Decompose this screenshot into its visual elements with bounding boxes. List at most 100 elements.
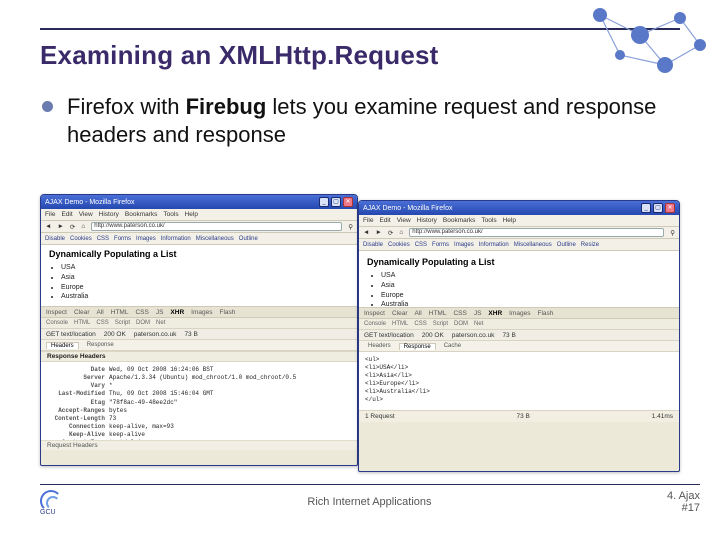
menu-item[interactable]: History	[99, 211, 119, 218]
menu-item[interactable]: Tools	[163, 211, 178, 218]
wd-item[interactable]: Forms	[114, 236, 131, 242]
reload-icon[interactable]: ⟳	[70, 223, 75, 231]
menu-item[interactable]: File	[363, 217, 373, 224]
maximize-button[interactable]: ▢	[653, 203, 663, 213]
wd-item[interactable]: Disable	[45, 236, 65, 242]
fb-tab[interactable]: All	[415, 310, 422, 317]
fb-subtab[interactable]: DOM	[454, 321, 468, 327]
fb-tab[interactable]: JS	[474, 310, 482, 317]
home-icon[interactable]: ⌂	[399, 229, 403, 236]
menu-item[interactable]: Edit	[61, 211, 72, 218]
back-icon[interactable]: ◄	[45, 223, 51, 230]
list-item: USA	[381, 271, 671, 281]
fb-tab[interactable]: Clear	[392, 310, 408, 317]
wd-item[interactable]: CSS	[415, 242, 427, 248]
wd-item[interactable]: Miscellaneous	[514, 242, 552, 248]
wd-item[interactable]: Information	[479, 242, 509, 248]
hdr-key: Content-Type	[47, 439, 105, 440]
fb-tab[interactable]: XHR	[170, 309, 184, 316]
menu-item[interactable]: Bookmarks	[443, 217, 476, 224]
inner-tab-response[interactable]: Response	[83, 342, 118, 348]
wd-item[interactable]: CSS	[97, 236, 109, 242]
maximize-button[interactable]: ▢	[331, 197, 341, 207]
summary-requests: 1 Request	[365, 413, 395, 420]
wd-item[interactable]: Resize	[581, 242, 599, 248]
webdev-toolbar: Disable Cookies CSS Forms Images Informa…	[41, 233, 357, 245]
minimize-button[interactable]: _	[641, 203, 651, 213]
request-row[interactable]: GET text/location 200 OK paterson.co.uk …	[41, 329, 357, 340]
wd-item[interactable]: Disable	[363, 242, 383, 248]
inner-tab-response[interactable]: Response	[399, 343, 436, 350]
footer-page: #17	[667, 502, 700, 514]
fb-subtab[interactable]: Script	[115, 320, 130, 326]
close-button[interactable]: ✕	[665, 203, 675, 213]
search-icon[interactable]: ⚲	[670, 229, 675, 237]
wd-item[interactable]: Outline	[239, 236, 258, 242]
fb-subtab[interactable]: HTML	[74, 320, 90, 326]
fb-subtab[interactable]: DOM	[136, 320, 150, 326]
firebug-toolbar: Inspect Clear All HTML CSS JS XHR Images…	[359, 307, 679, 319]
fb-tab[interactable]: All	[97, 309, 104, 316]
fb-subtab[interactable]: CSS	[414, 321, 426, 327]
fb-tab[interactable]: Images	[191, 309, 212, 316]
request-row[interactable]: GET text/location 200 OK paterson.co.uk …	[359, 330, 679, 341]
menu-item[interactable]: Bookmarks	[125, 211, 158, 218]
fb-tab[interactable]: Flash	[219, 309, 235, 316]
nav-toolbar: ◄ ► ⟳ ⌂ http://www.paterson.co.uk/ ⚲	[41, 221, 357, 233]
fb-tab[interactable]: Flash	[537, 310, 553, 317]
firebug-toolbar: Inspect Clear All HTML CSS JS XHR Images…	[41, 306, 357, 318]
resp-line: <li>Asia</li>	[365, 372, 673, 380]
fb-subtab[interactable]: Console	[46, 320, 68, 326]
menu-item[interactable]: File	[45, 211, 55, 218]
home-icon[interactable]: ⌂	[81, 223, 85, 230]
fb-tab[interactable]: CSS	[453, 310, 466, 317]
fb-subtab[interactable]: Net	[156, 320, 165, 326]
wd-item[interactable]: Forms	[432, 242, 449, 248]
fb-tab[interactable]: Inspect	[364, 310, 385, 317]
inner-tab-headers[interactable]: Headers	[46, 342, 79, 349]
fb-tab[interactable]: Images	[509, 310, 530, 317]
menu-item[interactable]: Tools	[481, 217, 496, 224]
wd-item[interactable]: Information	[161, 236, 191, 242]
forward-icon[interactable]: ►	[57, 223, 63, 230]
back-icon[interactable]: ◄	[363, 229, 369, 236]
inner-tab-cache[interactable]: Cache	[440, 343, 465, 349]
menu-item[interactable]: Help	[503, 217, 516, 224]
reload-icon[interactable]: ⟳	[388, 229, 393, 237]
fb-subtab[interactable]: Net	[474, 321, 483, 327]
search-icon[interactable]: ⚲	[348, 223, 353, 231]
wd-item[interactable]: Images	[136, 236, 156, 242]
fb-subtab[interactable]: HTML	[392, 321, 408, 327]
menu-item[interactable]: View	[79, 211, 93, 218]
wd-item[interactable]: Outline	[557, 242, 576, 248]
fb-tab[interactable]: CSS	[135, 309, 148, 316]
hdr-key: Last-Modified	[47, 390, 105, 398]
fb-tab[interactable]: HTML	[429, 310, 447, 317]
browser-window-left: AJAX Demo - Mozilla Firefox _ ▢ ✕ File E…	[40, 194, 358, 466]
fb-tab[interactable]: XHR	[488, 310, 502, 317]
fb-tab[interactable]: Clear	[74, 309, 90, 316]
menu-item[interactable]: History	[417, 217, 437, 224]
browser-window-right: AJAX Demo - Mozilla Firefox _ ▢ ✕ File E…	[358, 200, 680, 472]
forward-icon[interactable]: ►	[375, 229, 381, 236]
url-input[interactable]: http://www.paterson.co.uk/	[91, 222, 342, 231]
wd-item[interactable]: Miscellaneous	[196, 236, 234, 242]
fb-tab[interactable]: HTML	[111, 309, 129, 316]
fb-subtab[interactable]: CSS	[96, 320, 108, 326]
fb-subtab[interactable]: Script	[433, 321, 448, 327]
window-buttons: _ ▢ ✕	[319, 197, 353, 207]
wd-item[interactable]: Cookies	[388, 242, 410, 248]
url-input[interactable]: http://www.paterson.co.uk/	[409, 228, 664, 237]
menu-item[interactable]: Edit	[379, 217, 390, 224]
menu-item[interactable]: Help	[185, 211, 198, 218]
close-button[interactable]: ✕	[343, 197, 353, 207]
fb-tab[interactable]: JS	[156, 309, 164, 316]
inner-tab-headers[interactable]: Headers	[364, 343, 395, 349]
wd-item[interactable]: Images	[454, 242, 474, 248]
minimize-button[interactable]: _	[319, 197, 329, 207]
fb-tab[interactable]: Inspect	[46, 309, 67, 316]
wd-item[interactable]: Cookies	[70, 236, 92, 242]
fb-subtab[interactable]: Console	[364, 321, 386, 327]
menu-item[interactable]: View	[397, 217, 411, 224]
firebug-subtabs: Console HTML CSS Script DOM Net	[41, 318, 357, 329]
